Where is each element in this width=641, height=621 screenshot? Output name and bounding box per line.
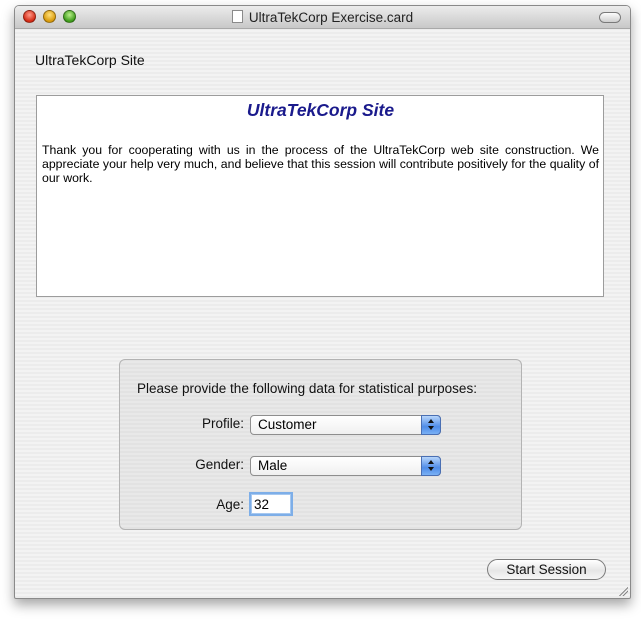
resize-grip-icon[interactable] [618,586,628,596]
gender-label: Gender: [195,457,244,472]
updown-arrows-icon [421,456,441,476]
age-label: Age: [216,497,244,512]
card-heading: UltraTekCorp Site [35,52,145,68]
window-title: UltraTekCorp Exercise.card [248,9,414,25]
profile-select[interactable]: Customer [250,415,441,435]
title-bar[interactable]: UltraTekCorp Exercise.card [15,6,630,29]
start-session-button[interactable]: Start Session [487,559,606,580]
profile-select-value: Customer [258,417,317,432]
content-body: Thank you for cooperating with us in the… [42,143,599,185]
toolbar-toggle-button[interactable] [599,12,621,23]
age-input[interactable] [249,492,293,516]
updown-arrows-icon [421,415,441,435]
app-window: UltraTekCorp Exercise.card UltraTekCorp … [14,5,631,599]
content-text-area[interactable]: UltraTekCorp Site Thank you for cooperat… [36,95,604,297]
profile-label: Profile: [201,416,244,431]
form-prompt: Please provide the following data for st… [137,381,477,396]
statistics-form-panel: Please provide the following data for st… [119,359,522,530]
title-wrap: UltraTekCorp Exercise.card [15,6,630,28]
content-title: UltraTekCorp Site [246,100,395,120]
gender-select-value: Male [258,458,288,473]
gender-select[interactable]: Male [250,456,441,476]
document-proxy-icon[interactable] [231,9,243,23]
